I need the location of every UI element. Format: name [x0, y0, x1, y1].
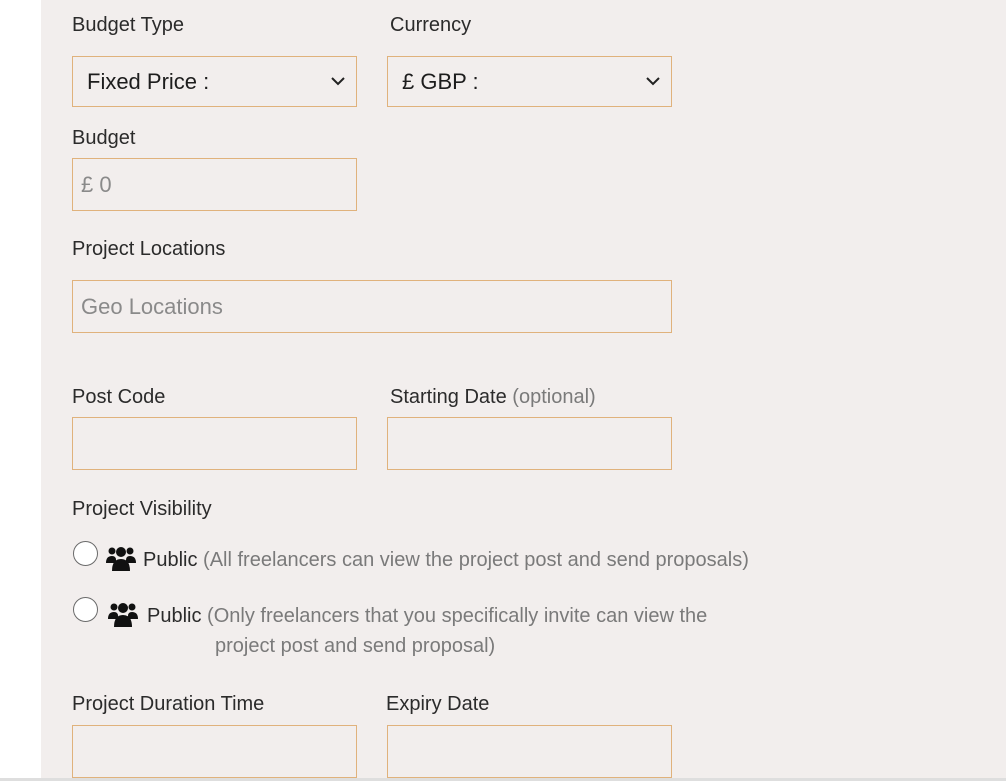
currency-value: £ GBP :: [402, 68, 479, 94]
post-code-input[interactable]: [72, 417, 357, 470]
budget-value: £ 0: [81, 171, 112, 197]
starting-date-label: Starting Date (optional): [390, 386, 596, 408]
chevron-down-icon: [646, 77, 660, 86]
expiry-date-input[interactable]: [387, 725, 672, 778]
project-duration-input[interactable]: [72, 725, 357, 778]
users-icon: [106, 547, 136, 571]
budget-input[interactable]: £ 0: [72, 158, 357, 211]
optional-hint: (optional): [512, 386, 596, 408]
visibility-option-2: Public (Only freelancers that you specif…: [147, 605, 708, 627]
project-visibility-label: Project Visibility: [72, 498, 212, 520]
visibility-public-radio[interactable]: [73, 541, 98, 566]
post-code-label: Post Code: [72, 386, 166, 408]
starting-date-input[interactable]: [387, 417, 672, 470]
budget-type-select[interactable]: Fixed Price :: [72, 56, 357, 107]
users-icon: [108, 603, 138, 627]
budget-type-value: Fixed Price :: [87, 68, 210, 94]
chevron-down-icon: [331, 77, 345, 86]
currency-select[interactable]: £ GBP :: [387, 56, 672, 107]
project-locations-label: Project Locations: [72, 238, 226, 260]
geo-locations-placeholder: Geo Locations: [81, 293, 223, 319]
visibility-option-1: Public (All freelancers can view the pro…: [143, 549, 749, 571]
budget-label: Budget: [72, 127, 136, 149]
project-duration-label: Project Duration Time: [72, 693, 265, 715]
currency-label: Currency: [390, 14, 472, 36]
expiry-date-label: Expiry Date: [386, 693, 490, 715]
geo-locations-input[interactable]: Geo Locations: [72, 280, 672, 333]
visibility-option-2-line2: project post and send proposal): [215, 635, 496, 657]
budget-type-label: Budget Type: [72, 14, 184, 36]
visibility-invite-radio[interactable]: [73, 597, 98, 622]
